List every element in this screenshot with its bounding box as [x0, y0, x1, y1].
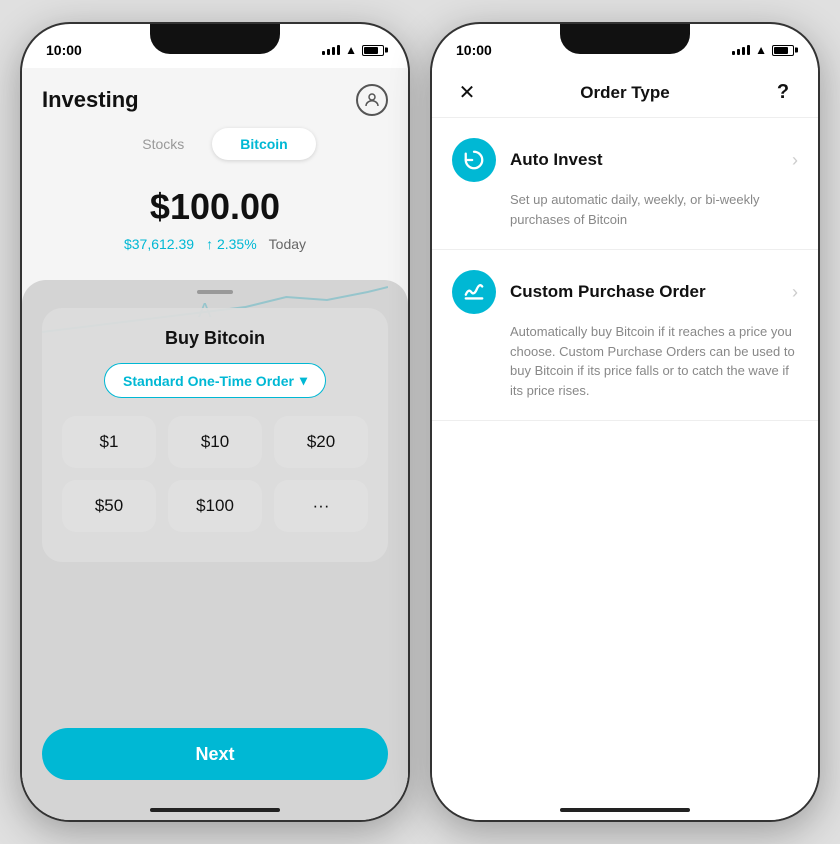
- right-status-icons: ▲: [732, 43, 794, 57]
- left-status-icons: ▲: [322, 43, 384, 57]
- today-label: Today: [269, 236, 306, 252]
- right-phone: 10:00 ▲ ✕ Order Type ?: [430, 22, 820, 822]
- wifi-icon: ▲: [345, 43, 357, 57]
- btc-price: $37,612.39: [124, 236, 194, 252]
- right-wifi-icon: ▲: [755, 43, 767, 57]
- next-label: Next: [195, 744, 234, 765]
- right-content: ✕ Order Type ? Auto Invest: [432, 68, 818, 820]
- left-time: 10:00: [46, 42, 82, 58]
- custom-order-icon: [452, 270, 496, 314]
- price-meta: $37,612.39 ↑ 2.35% Today: [42, 236, 388, 252]
- bottom-sheet: Buy Bitcoin Standard One-Time Order ▾ $1…: [22, 280, 408, 820]
- sheet-title: Buy Bitcoin: [62, 328, 368, 349]
- signal-icon: [322, 45, 340, 55]
- profile-icon[interactable]: [356, 84, 388, 116]
- price-section: $100.00 $37,612.39 ↑ 2.35% Today: [22, 176, 408, 252]
- battery-icon: [362, 45, 384, 56]
- left-home-indicator: [150, 808, 280, 812]
- right-battery-icon: [772, 45, 794, 56]
- auto-invest-icon: [452, 138, 496, 182]
- auto-invest-option: Auto Invest › Set up automatic daily, we…: [432, 118, 818, 250]
- custom-order-label: Custom Purchase Order: [510, 282, 706, 302]
- tab-bar: Stocks Bitcoin: [22, 128, 408, 176]
- right-signal-icon: [732, 45, 750, 55]
- right-time: 10:00: [456, 42, 492, 58]
- order-type-label: Standard One-Time Order: [123, 373, 294, 389]
- order-header: ✕ Order Type ?: [432, 68, 818, 118]
- left-content: Investing Stocks Bitcoin $100.00 $37,612…: [22, 68, 408, 820]
- sheet-handle: [197, 290, 233, 294]
- amount-more[interactable]: ···: [274, 480, 368, 532]
- close-button[interactable]: ✕: [452, 80, 482, 105]
- tab-stocks[interactable]: Stocks: [114, 128, 212, 160]
- auto-invest-row[interactable]: Auto Invest ›: [452, 138, 798, 182]
- auto-invest-description: Set up automatic daily, weekly, or bi-we…: [452, 190, 798, 229]
- amount-grid: $1 $10 $20 $50 $100 ···: [62, 416, 368, 532]
- custom-order-option: Custom Purchase Order › Automatically bu…: [432, 250, 818, 421]
- order-type-button[interactable]: Standard One-Time Order ▾: [104, 363, 326, 398]
- next-button[interactable]: Next: [42, 728, 388, 780]
- custom-order-chevron: ›: [792, 282, 798, 303]
- auto-invest-label: Auto Invest: [510, 150, 603, 170]
- amount-50[interactable]: $50: [62, 480, 156, 532]
- custom-order-row[interactable]: Custom Purchase Order ›: [452, 270, 798, 314]
- btc-change: ↑ 2.35%: [206, 236, 257, 252]
- sheet-inner: Buy Bitcoin Standard One-Time Order ▾ $1…: [42, 308, 388, 562]
- chevron-down-icon: ▾: [300, 372, 307, 389]
- left-phone: 10:00 ▲ Investing: [20, 22, 410, 822]
- phones-container: 10:00 ▲ Investing: [0, 0, 840, 844]
- auto-invest-chevron: ›: [792, 150, 798, 171]
- custom-order-description: Automatically buy Bitcoin if it reaches …: [452, 322, 798, 400]
- right-home-indicator: [560, 808, 690, 812]
- help-button[interactable]: ?: [768, 81, 798, 104]
- notch: [150, 24, 280, 54]
- amount-100[interactable]: $100: [168, 480, 262, 532]
- tab-bitcoin[interactable]: Bitcoin: [212, 128, 315, 160]
- amount-20[interactable]: $20: [274, 416, 368, 468]
- main-price: $100.00: [42, 186, 388, 228]
- right-notch: [560, 24, 690, 54]
- amount-10[interactable]: $10: [168, 416, 262, 468]
- investing-title: Investing: [42, 87, 139, 113]
- order-type-title: Order Type: [580, 83, 669, 103]
- amount-1[interactable]: $1: [62, 416, 156, 468]
- investing-header: Investing: [22, 68, 408, 128]
- auto-invest-left: Auto Invest: [452, 138, 603, 182]
- custom-order-left: Custom Purchase Order: [452, 270, 706, 314]
